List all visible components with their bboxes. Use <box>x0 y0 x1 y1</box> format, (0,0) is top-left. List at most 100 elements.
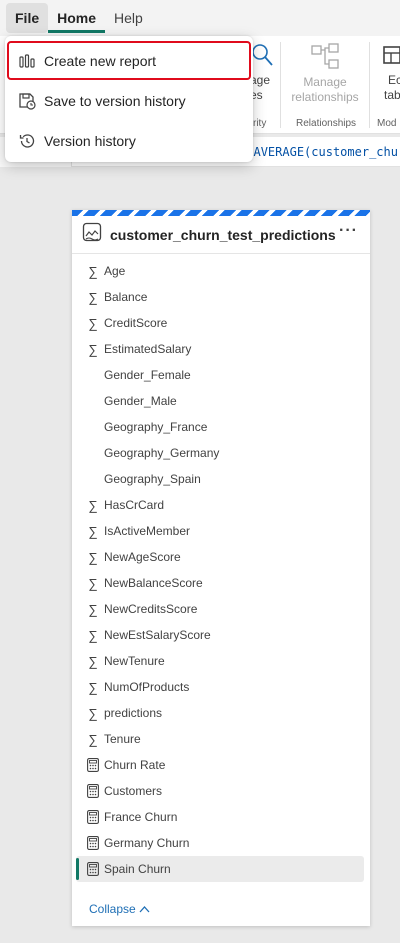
security-group-label: rity <box>253 118 267 129</box>
field-predictions[interactable]: ∑ predictions <box>76 700 364 726</box>
tab-file[interactable]: File <box>6 3 49 33</box>
edit-tables-label-2: tab <box>384 88 400 102</box>
model-group-label: Mod <box>377 118 397 129</box>
sigma-icon: ∑ <box>88 731 98 747</box>
sigma-icon: ∑ <box>88 679 98 695</box>
field-age[interactable]: ∑ Age <box>76 258 364 284</box>
save-history-icon <box>17 91 37 111</box>
field-label: Geography_France <box>104 420 208 434</box>
history-icon <box>17 131 37 151</box>
create-new-report-label: Create new report <box>44 52 157 69</box>
field-label: CreditScore <box>104 316 168 330</box>
sigma-icon: ∑ <box>88 653 98 669</box>
field-label: Gender_Female <box>104 368 191 382</box>
report-icon <box>17 51 37 71</box>
card-header[interactable]: customer_churn_test_predictions <box>72 216 370 254</box>
relationships-icon <box>311 43 339 69</box>
field-isactivemember[interactable]: ∑ IsActiveMember <box>76 518 364 544</box>
field-numofproducts[interactable]: ∑ NumOfProducts <box>76 674 364 700</box>
sigma-icon: ∑ <box>88 341 98 357</box>
field-gender-male[interactable]: Gender_Male <box>76 388 364 414</box>
field-newbalancescore[interactable]: ∑ NewBalanceScore <box>76 570 364 596</box>
sigma-icon: ∑ <box>88 575 98 591</box>
more-options-icon[interactable]: ··· <box>339 222 358 240</box>
version-history-label: Version history <box>44 132 136 149</box>
tab-help[interactable]: Help <box>105 3 152 33</box>
create-new-report-item[interactable]: Create new report <box>7 41 251 80</box>
ribbon-divider <box>280 42 281 128</box>
field-label: NewTenure <box>104 654 165 668</box>
sigma-icon: ∑ <box>88 315 98 331</box>
table-card[interactable]: customer_churn_test_predictions ··· ∑ Age… <box>72 210 370 926</box>
sigma-icon: ∑ <box>88 523 98 539</box>
sigma-icon: ∑ <box>88 263 98 279</box>
sigma-icon: ∑ <box>88 705 98 721</box>
field-label: NewCreditsScore <box>104 602 198 616</box>
table-icon <box>82 222 102 247</box>
table-title: customer_churn_test_predictions <box>110 226 336 243</box>
calculator-icon <box>82 810 104 824</box>
field-label: Age <box>104 264 126 278</box>
ribbon-divider <box>369 42 370 128</box>
field-label: Customers <box>104 784 163 798</box>
field-label: Geography_Germany <box>104 446 220 460</box>
field-geography-spain[interactable]: Geography_Spain <box>76 466 364 492</box>
sigma-icon: ∑ <box>88 549 98 565</box>
edit-tables-button[interactable]: Ec tab <box>374 42 400 103</box>
manage-relationships-label-1: Manage <box>303 75 347 89</box>
field-label: Churn Rate <box>104 758 166 772</box>
field-label: NewAgeScore <box>104 550 181 564</box>
field-gender-female[interactable]: Gender_Female <box>76 362 364 388</box>
calculator-icon <box>82 862 104 876</box>
field-newcreditsscore[interactable]: ∑ NewCreditsScore <box>76 596 364 622</box>
manage-relationships-button[interactable]: Manage relationships <box>286 42 364 105</box>
field-label: Tenure <box>104 732 141 746</box>
field-balance[interactable]: ∑ Balance <box>76 284 364 310</box>
field-label: predictions <box>104 706 163 720</box>
measure-churn-rate[interactable]: Churn Rate <box>76 752 364 778</box>
measure-spain-churn[interactable]: Spain Churn <box>76 856 364 882</box>
version-history-item[interactable]: Version history <box>8 122 250 159</box>
field-tenure[interactable]: ∑ Tenure <box>76 726 364 752</box>
field-label: Germany Churn <box>104 836 190 850</box>
file-menu: Create new report Save to version histor… <box>5 36 253 162</box>
field-estimatedsalary[interactable]: ∑ EstimatedSalary <box>76 336 364 362</box>
field-label: France Churn <box>104 810 178 824</box>
edit-tables-label-1: Ec <box>388 73 400 87</box>
calculator-icon <box>82 758 104 772</box>
field-geography-france[interactable]: Geography_France <box>76 414 364 440</box>
manage-roles-icon <box>252 44 273 66</box>
field-label: NewEstSalaryScore <box>104 628 211 642</box>
tab-home[interactable]: Home <box>48 3 106 33</box>
measure-germany-churn[interactable]: Germany Churn <box>76 830 364 856</box>
chevron-up-icon <box>139 902 150 916</box>
sigma-icon: ∑ <box>88 627 98 643</box>
measure-customers[interactable]: Customers <box>76 778 364 804</box>
field-label: IsActiveMember <box>104 524 191 538</box>
edit-tables-icon <box>383 46 400 64</box>
manage-relationships-label-2: relationships <box>291 90 359 104</box>
field-geography-germany[interactable]: Geography_Germany <box>76 440 364 466</box>
collapse-label: Collapse <box>89 902 136 916</box>
field-label: NewBalanceScore <box>104 576 203 590</box>
field-label: Spain Churn <box>104 862 171 876</box>
sigma-icon: ∑ <box>88 601 98 617</box>
measure-france-churn[interactable]: France Churn <box>76 804 364 830</box>
field-label: Geography_Spain <box>104 472 201 486</box>
field-newtenure[interactable]: ∑ NewTenure <box>76 648 364 674</box>
field-label: HasCrCard <box>104 498 165 512</box>
relationships-group-label: Relationships <box>296 118 357 129</box>
collapse-button[interactable]: Collapse <box>89 902 150 916</box>
sigma-icon: ∑ <box>88 497 98 513</box>
field-label: Gender_Male <box>104 394 177 408</box>
save-to-version-history-label: Save to version history <box>44 92 186 109</box>
calculator-icon <box>82 784 104 798</box>
save-to-version-history-item[interactable]: Save to version history <box>8 82 250 119</box>
field-list: ∑ Age ∑ Balance ∑ CreditScore ∑ EstimatedSal… <box>72 254 370 882</box>
field-label: EstimatedSalary <box>104 342 192 356</box>
field-creditscore[interactable]: ∑ CreditScore <box>76 310 364 336</box>
field-hascrcard[interactable]: ∑ HasCrCard <box>76 492 364 518</box>
field-newagescore[interactable]: ∑ NewAgeScore <box>76 544 364 570</box>
menu-bar: File Home Help <box>0 0 400 36</box>
field-newestsalaryscore[interactable]: ∑ NewEstSalaryScore <box>76 622 364 648</box>
